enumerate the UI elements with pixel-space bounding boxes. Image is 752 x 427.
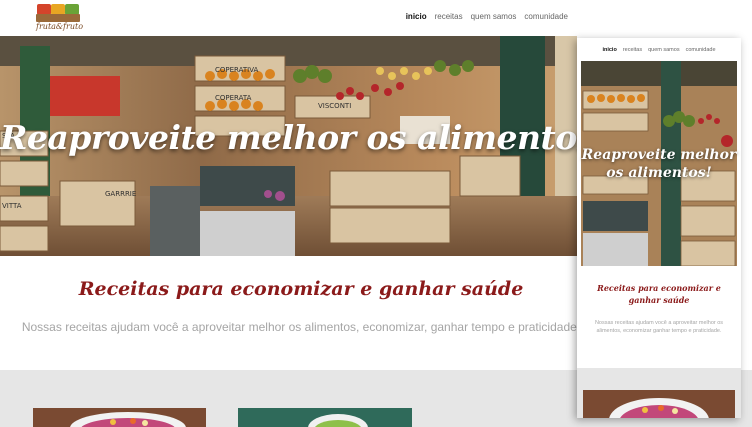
site-logo[interactable]: fruta&fruto [36,4,84,34]
crate-label: VISCONTI [318,102,351,110]
nav-item-quem-samos[interactable]: quem samos [471,12,517,21]
mobile-section-text: Nossas receitas ajudam você a aproveitar… [594,320,724,334]
mobile-recipe-card-image[interactable] [583,390,735,418]
nav-item-inicio[interactable]: inicio [406,12,427,21]
crate-label: COPERATIVA [215,66,259,74]
mobile-nav-item-receitas[interactable]: receitas [623,47,642,53]
mobile-nav-item-inicio[interactable]: inicio [602,47,616,53]
mobile-nav: inicio receitas quem samos comunidade [577,47,741,53]
hero-title: Reaproveite melhor os alimentos! [0,118,609,157]
recipe-card-image[interactable] [33,408,206,427]
mobile-preview: inicio receitas quem samos comunidade Re… [577,38,741,418]
mobile-acai-bowl-photo [583,390,735,418]
mobile-hero-title: Reaproveite melhor os alimentos! [581,147,737,181]
crate-label: COPERATA [215,94,252,102]
crate-label: GARRRIE [105,190,136,198]
main-nav: inicio receitas quem samos comunidade [406,12,568,21]
mobile-section-heading: Receitas para economizar e ganhar saúde [597,283,721,305]
mobile-nav-item-comunidade[interactable]: comunidade [686,47,716,53]
green-bowl-photo [238,408,412,427]
nav-item-receitas[interactable]: receitas [435,12,463,21]
acai-bowl-photo [33,408,206,427]
section-heading: Receitas para economizar e ganhar saúde [78,278,524,300]
logo-base [36,14,80,22]
recipe-card-image[interactable] [238,408,412,427]
header: fruta&fruto inicio receitas quem samos c… [0,0,752,36]
crate-label: VITTA [2,202,22,210]
nav-item-comunidade[interactable]: comunidade [524,12,568,21]
section-text: Nossas receitas ajudam você a aproveitar… [21,320,581,334]
mobile-nav-item-quem-samos[interactable]: quem samos [648,47,680,53]
logo-text: fruta&fruto [36,22,84,31]
